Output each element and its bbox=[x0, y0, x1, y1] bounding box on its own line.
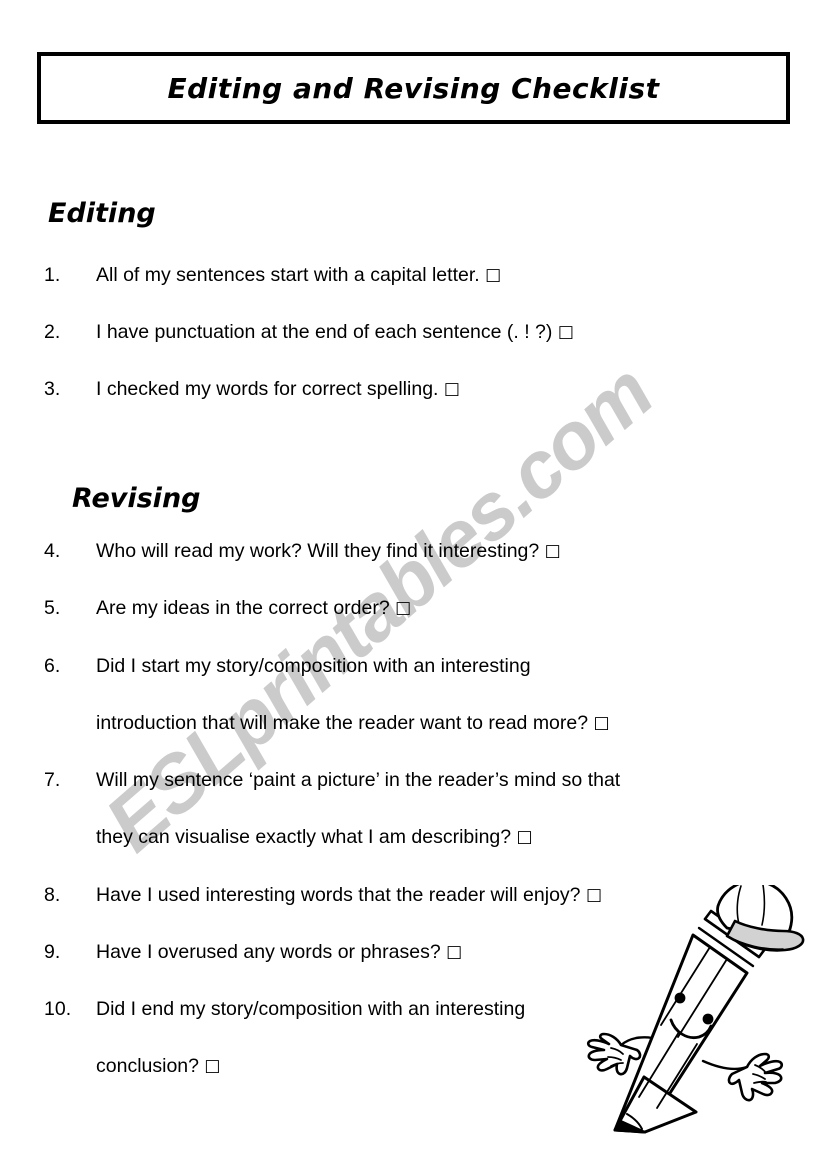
checklist-item[interactable]: 4. Who will read my work? Will they find… bbox=[44, 538, 784, 564]
item-text: Will my sentence ‘paint a picture’ in th… bbox=[96, 769, 621, 791]
item-number: 3. bbox=[44, 378, 61, 400]
item-line-continued: conclusion? □ bbox=[96, 1053, 784, 1079]
item-number: 5. bbox=[44, 597, 61, 619]
item-number: 10. bbox=[44, 998, 72, 1020]
item-text: Have I overused any words or phrases? bbox=[96, 941, 441, 963]
item-text: Did I end my story/composition with an i… bbox=[96, 998, 526, 1020]
checkbox-icon[interactable]: □ bbox=[395, 598, 411, 618]
item-number: 6. bbox=[44, 655, 61, 677]
checkbox-icon[interactable]: □ bbox=[545, 541, 561, 561]
item-line: Have I overused any words or phrases? □ bbox=[96, 939, 784, 965]
checkbox-icon[interactable]: □ bbox=[517, 827, 533, 847]
item-text-continued: introduction that will make the reader w… bbox=[96, 712, 589, 734]
item-line-continued: they can visualise exactly what I am des… bbox=[96, 824, 784, 850]
item-text: Have I used interesting words that the r… bbox=[96, 884, 581, 906]
checklist-item[interactable]: 9. Have I overused any words or phrases?… bbox=[44, 939, 784, 965]
checklist-item[interactable]: 8. Have I used interesting words that th… bbox=[44, 882, 784, 908]
item-number: 4. bbox=[44, 540, 61, 562]
checklist-item[interactable]: 6. Did I start my story/composition with… bbox=[44, 653, 784, 736]
item-number: 1. bbox=[44, 264, 61, 286]
checklist-item[interactable]: 2. I have punctuation at the end of each… bbox=[44, 319, 784, 345]
item-line: Will my sentence ‘paint a picture’ in th… bbox=[96, 767, 784, 850]
item-line: Have I used interesting words that the r… bbox=[96, 882, 784, 908]
item-text: Who will read my work? Will they find it… bbox=[96, 540, 540, 562]
checkbox-icon[interactable]: □ bbox=[558, 322, 574, 342]
checklist-item[interactable]: 7. Will my sentence ‘paint a picture’ in… bbox=[44, 767, 784, 850]
item-text: I have punctuation at the end of each se… bbox=[96, 321, 553, 343]
checkbox-icon[interactable]: □ bbox=[446, 942, 462, 962]
section-heading-editing: Editing bbox=[48, 198, 156, 229]
checkbox-icon[interactable]: □ bbox=[444, 379, 460, 399]
item-line: Are my ideas in the correct order? □ bbox=[96, 595, 784, 621]
checklist-item[interactable]: 1. All of my sentences start with a capi… bbox=[44, 262, 784, 288]
item-line: I checked my words for correct spelling.… bbox=[96, 376, 784, 402]
item-text: I checked my words for correct spelling. bbox=[96, 378, 439, 400]
item-text: Are my ideas in the correct order? bbox=[96, 597, 390, 619]
item-number: 7. bbox=[44, 769, 61, 791]
item-line: Did I start my story/composition with an… bbox=[96, 653, 784, 736]
item-text: All of my sentences start with a capital… bbox=[96, 264, 480, 286]
worksheet-page: ESLprintables.com Editing and Revising C… bbox=[0, 0, 821, 1162]
section-heading-revising: Revising bbox=[72, 483, 201, 514]
checklist-item[interactable]: 10. Did I end my story/composition with … bbox=[44, 996, 784, 1079]
item-text-continued: they can visualise exactly what I am des… bbox=[96, 826, 512, 848]
checklist-item[interactable]: 5. Are my ideas in the correct order? □ bbox=[44, 595, 784, 621]
item-line-continued: introduction that will make the reader w… bbox=[96, 710, 784, 736]
item-line: Who will read my work? Will they find it… bbox=[96, 538, 784, 564]
item-number: 9. bbox=[44, 941, 61, 963]
item-text-continued: conclusion? bbox=[96, 1055, 199, 1077]
checklist-item[interactable]: 3. I checked my words for correct spelli… bbox=[44, 376, 784, 402]
item-line: I have punctuation at the end of each se… bbox=[96, 319, 784, 345]
item-text: Did I start my story/composition with an… bbox=[96, 655, 531, 677]
checkbox-icon[interactable]: □ bbox=[586, 885, 602, 905]
checkbox-icon[interactable]: □ bbox=[204, 1056, 220, 1076]
title-box: Editing and Revising Checklist bbox=[37, 52, 790, 124]
item-number: 8. bbox=[44, 884, 61, 906]
checkbox-icon[interactable]: □ bbox=[485, 265, 501, 285]
item-line: All of my sentences start with a capital… bbox=[96, 262, 784, 288]
item-line: Did I end my story/composition with an i… bbox=[96, 996, 784, 1079]
item-number: 2. bbox=[44, 321, 61, 343]
page-title: Editing and Revising Checklist bbox=[167, 71, 660, 105]
checkbox-icon[interactable]: □ bbox=[594, 713, 610, 733]
